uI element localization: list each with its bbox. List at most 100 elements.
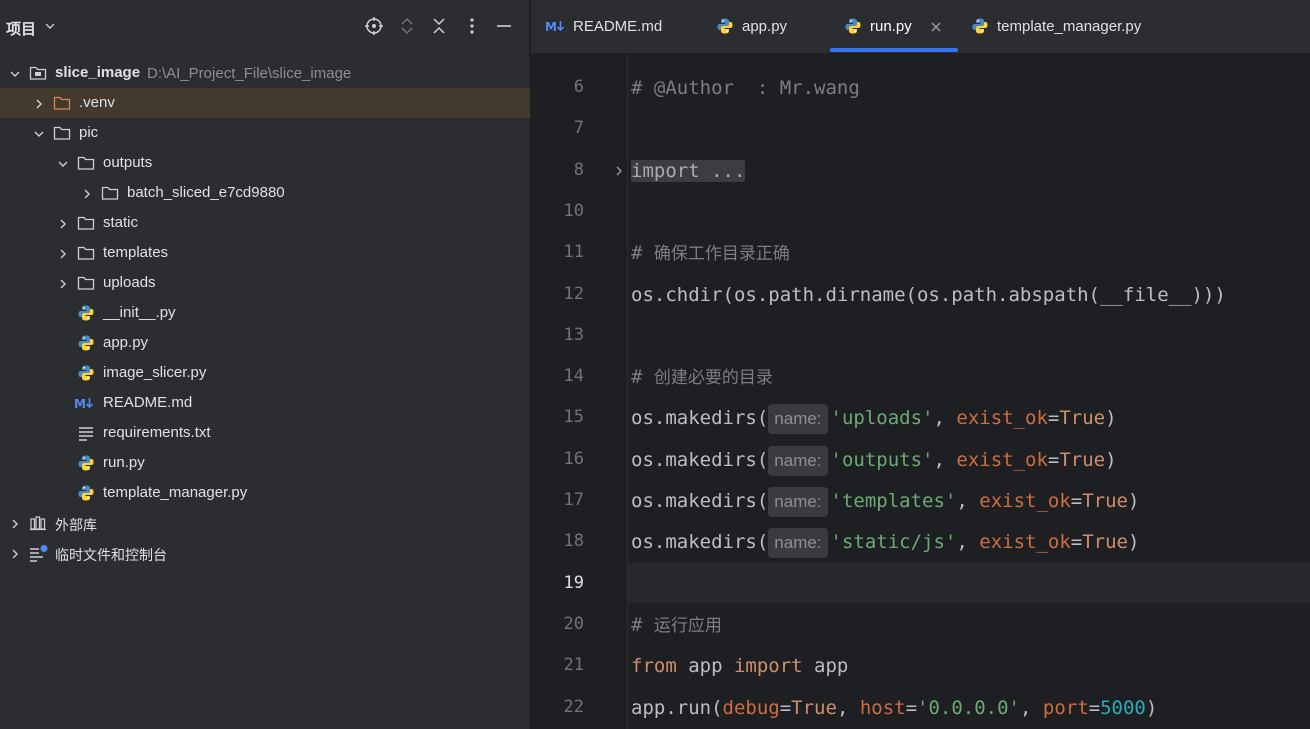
editor-tab[interactable]: template_manager.py <box>971 0 1171 54</box>
python-file-icon <box>77 484 95 502</box>
svg-text:M: M <box>74 397 86 411</box>
tree-item-label: image_slicer.py <box>103 364 207 381</box>
more-options-icon[interactable] <box>461 15 483 37</box>
chevron-down-icon[interactable] <box>44 20 56 32</box>
code-token: exist_ok <box>979 531 1071 554</box>
code-token: exist_ok <box>979 490 1071 512</box>
chevron-right-icon[interactable] <box>9 547 21 559</box>
tree-item-label: __init__.py <box>103 304 176 321</box>
code-token: '0.0.0.0' <box>917 696 1020 719</box>
editor-tab[interactable]: app.py <box>716 0 844 54</box>
tree-item-label: 外部库 <box>55 518 97 534</box>
tree-item-label: run.py <box>103 454 145 471</box>
code-token: exist_ok <box>956 407 1048 430</box>
code-token: = <box>779 696 792 719</box>
comment-text: 创建必要的目录 <box>653 368 773 389</box>
tree-item[interactable]: app.py <box>0 328 530 358</box>
parameter-hint: name: <box>768 445 828 476</box>
chevron-down-icon[interactable] <box>57 157 69 169</box>
code-token: ) <box>1128 490 1140 512</box>
code-line[interactable]: os.chdir(os.path.dirname(os.path.abspath… <box>631 280 1226 310</box>
text-file-icon <box>77 424 95 442</box>
collapse-all-icon[interactable] <box>428 15 450 37</box>
tree-item[interactable]: pic <box>0 118 530 148</box>
code-token: True <box>1059 407 1106 430</box>
code-token: = <box>1047 448 1060 471</box>
code-line[interactable]: os.makedirs(name:'uploads', exist_ok=Tru… <box>631 403 1117 435</box>
tree-item[interactable]: requirements.txt <box>0 418 530 448</box>
comment-text: # <box>631 242 654 265</box>
parameter-hint: name: <box>768 487 828 517</box>
code-area[interactable]: # @Author : Mr.wang import ... # 确保工作目录正确 o… <box>628 54 1310 729</box>
line-number: 8 <box>573 159 584 180</box>
tree-item[interactable]: .venv <box>0 88 530 118</box>
editor-tab[interactable]: run.py <box>844 0 971 54</box>
tree-item[interactable]: batch_sliced_e7cd9880 <box>0 178 530 208</box>
scratches-icon <box>29 544 51 562</box>
close-tab-icon[interactable] <box>930 20 942 32</box>
expand-all-icon[interactable] <box>396 15 418 37</box>
code-line[interactable]: # 创建必要的目录 <box>631 362 773 392</box>
folded-imports[interactable]: import ... <box>631 159 746 182</box>
tree-item[interactable]: 外部库 <box>0 508 530 538</box>
code-token: ) <box>1105 448 1117 471</box>
chevron-right-icon[interactable] <box>57 247 69 259</box>
code-line[interactable]: # 确保工作目录正确 <box>631 238 790 268</box>
code-line[interactable]: os.makedirs(name:'templates', exist_ok=T… <box>631 486 1140 517</box>
tree-item-label: .venv <box>79 94 115 111</box>
code-token: port <box>1042 696 1089 719</box>
tree-item-label: slice_image <box>55 64 141 81</box>
code-token: = <box>1047 407 1060 430</box>
chevron-right-icon[interactable] <box>57 277 69 289</box>
tree-item-label: template_manager.py <box>103 484 248 501</box>
locate-file-icon[interactable] <box>363 15 385 37</box>
code-editor: M README.md app.py run.py template_manager.p… <box>531 0 1310 729</box>
code-line[interactable]: # @Author : Mr.wang <box>631 73 860 103</box>
tree-item[interactable]: template_manager.py <box>0 478 530 508</box>
code-token: os.makedirs( <box>631 490 769 512</box>
line-number: 20 <box>563 613 584 634</box>
code-line[interactable]: import ... <box>631 156 746 186</box>
python-file-icon <box>77 334 95 352</box>
tree-item[interactable]: slice_image D:\AI_Project_File\slice_imag… <box>0 58 530 88</box>
code-line[interactable]: from app import app <box>631 651 848 681</box>
code-line[interactable]: os.makedirs(name:'outputs', exist_ok=Tru… <box>631 445 1117 476</box>
chevron-right-icon[interactable] <box>57 217 69 229</box>
tree-item[interactable]: image_slicer.py <box>0 358 530 388</box>
code-token: , <box>956 531 980 554</box>
tree-item[interactable]: templates <box>0 238 530 268</box>
module-folder-icon <box>29 64 47 82</box>
code-line[interactable]: os.makedirs(name:'static/js', exist_ok=T… <box>631 527 1140 559</box>
line-number: 19 <box>563 572 584 593</box>
code-token: ) <box>1128 531 1140 554</box>
hide-panel-icon[interactable] <box>493 15 515 37</box>
chevron-down-icon[interactable] <box>33 127 45 139</box>
editor-tab[interactable]: M README.md <box>545 0 716 54</box>
comment-text: 运行应用 <box>653 615 722 636</box>
code-line[interactable]: # 运行应用 <box>631 610 722 640</box>
code-token: os.makedirs( <box>631 448 769 471</box>
chevron-down-icon[interactable] <box>9 67 21 79</box>
code-token: app <box>802 655 849 678</box>
tree-item[interactable]: uploads <box>0 268 530 298</box>
line-number: 13 <box>563 324 584 345</box>
tree-item[interactable]: static <box>0 208 530 238</box>
tree-item[interactable]: run.py <box>0 448 530 478</box>
tree-item[interactable]: 临时文件和控制台 <box>0 538 530 568</box>
project-tool-window: 项目 slice_image D:\AI_Project_File\slice_i… <box>0 0 530 729</box>
project-panel-title[interactable]: 项目 <box>6 18 36 39</box>
chevron-right-icon[interactable] <box>33 97 45 109</box>
tree-item-label: outputs <box>103 154 153 171</box>
python-file-icon <box>77 304 95 322</box>
folder-icon <box>101 184 119 202</box>
fold-chevron-icon[interactable] <box>613 164 625 176</box>
chevron-right-icon[interactable] <box>81 187 93 199</box>
code-token: app <box>676 655 734 678</box>
tree-item[interactable]: __init__.py <box>0 298 530 328</box>
chevron-right-icon[interactable] <box>9 517 21 529</box>
tree-item[interactable]: outputs <box>0 148 530 178</box>
tree-item[interactable]: M README.md <box>0 388 530 418</box>
tab-label: app.py <box>742 18 788 35</box>
code-token: from <box>631 655 677 678</box>
code-line[interactable]: app.run(debug=True, host='0.0.0.0', port… <box>631 693 1157 723</box>
